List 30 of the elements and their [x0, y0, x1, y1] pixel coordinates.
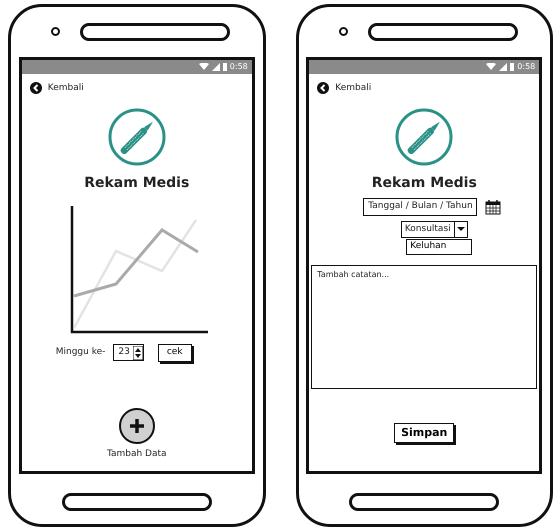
- plus-icon: [128, 416, 146, 435]
- thermometer-icon: [106, 107, 167, 168]
- week-label: Minggu ke-: [56, 346, 106, 360]
- check-button[interactable]: cek: [158, 344, 192, 362]
- week-stepper[interactable]: 23: [113, 344, 144, 362]
- back-button[interactable]: Kembali: [317, 82, 372, 96]
- save-button[interactable]: Simpan: [394, 422, 454, 444]
- signal-icon: [212, 62, 220, 71]
- status-time: 0:58: [230, 60, 248, 73]
- back-button[interactable]: Kembali: [30, 82, 84, 96]
- screen-title: Rekam Medis: [372, 174, 477, 194]
- status-time: 0:58: [517, 60, 536, 73]
- date-field[interactable]: Tanggal / Bulan / Tahun: [363, 198, 478, 216]
- screen-title: Rekam Medis: [84, 174, 190, 194]
- caret-icon: [456, 227, 465, 232]
- calendar-icon[interactable]: [485, 198, 502, 215]
- wifi-icon: [486, 63, 496, 70]
- thermometer-icon: [394, 107, 454, 168]
- add-button[interactable]: [118, 408, 155, 444]
- stepper-arrows-icon[interactable]: [132, 346, 143, 360]
- battery-icon: [222, 62, 227, 71]
- wifi-icon: [198, 63, 209, 70]
- battery-icon: [510, 62, 514, 71]
- complaint-field[interactable]: Keluhan: [406, 239, 472, 255]
- type-dropdown[interactable]: Konsultasi: [400, 220, 468, 238]
- speaker-dot: [51, 27, 60, 36]
- signal-icon: [499, 62, 508, 71]
- speaker-dot: [338, 27, 348, 36]
- notes-field[interactable]: Tambah catatan...: [311, 264, 538, 389]
- add-label: Tambah Data: [106, 448, 167, 461]
